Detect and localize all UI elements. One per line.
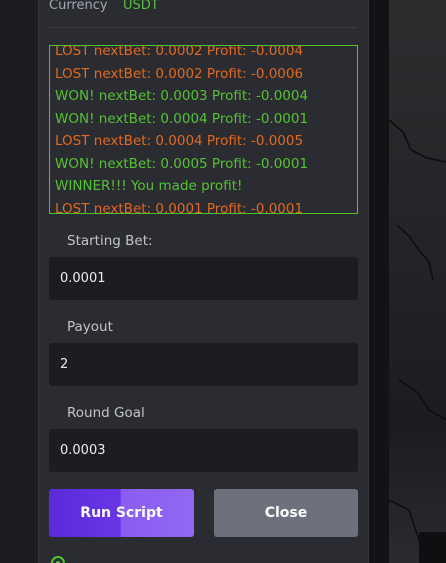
status-indicator-icon	[51, 556, 65, 563]
log-line: LOST nextBet: 0.0002 Profit: -0.0004	[55, 45, 304, 59]
round-goal-label: Round Goal	[67, 405, 145, 421]
crack-lines	[389, 119, 446, 563]
log-line: WON! nextBet: 0.0003 Profit: -0.0004	[55, 88, 309, 104]
payout-label: Payout	[67, 319, 113, 335]
payout-input[interactable]	[49, 343, 358, 386]
background-image	[369, 0, 446, 563]
currency-value[interactable]: USDT	[123, 0, 159, 13]
left-gutter	[0, 0, 38, 563]
starting-bet-input[interactable]	[49, 257, 358, 300]
log-line: WINNER!!! You made profit!	[55, 178, 243, 194]
log-line: WON! nextBet: 0.0005 Profit: -0.0001	[55, 155, 309, 172]
log-line: WON! nextBet: 0.0004 Profit: -0.0001	[55, 110, 309, 127]
currency-row: Currency USDT	[49, 0, 357, 28]
background-strip	[369, 0, 389, 563]
close-button[interactable]: Close	[214, 489, 358, 537]
starting-bet-label: Starting Bet:	[67, 233, 153, 249]
log-line: LOST nextBet: 0.0001 Profit: -0.0001	[55, 200, 304, 214]
round-goal-input[interactable]	[49, 429, 358, 472]
run-script-button[interactable]: Run Script	[49, 489, 194, 537]
log-line: LOST nextBet: 0.0004 Profit: -0.0005	[55, 133, 304, 149]
log-line: LOST nextBet: 0.0002 Profit: -0.0006	[55, 65, 304, 82]
currency-label: Currency	[49, 0, 108, 13]
script-log[interactable]: LOST nextBet: 0.0002 Profit: -0.0004 LOST…	[49, 45, 358, 214]
log-lines: LOST nextBet: 0.0002 Profit: -0.0004 LOST…	[55, 45, 309, 214]
